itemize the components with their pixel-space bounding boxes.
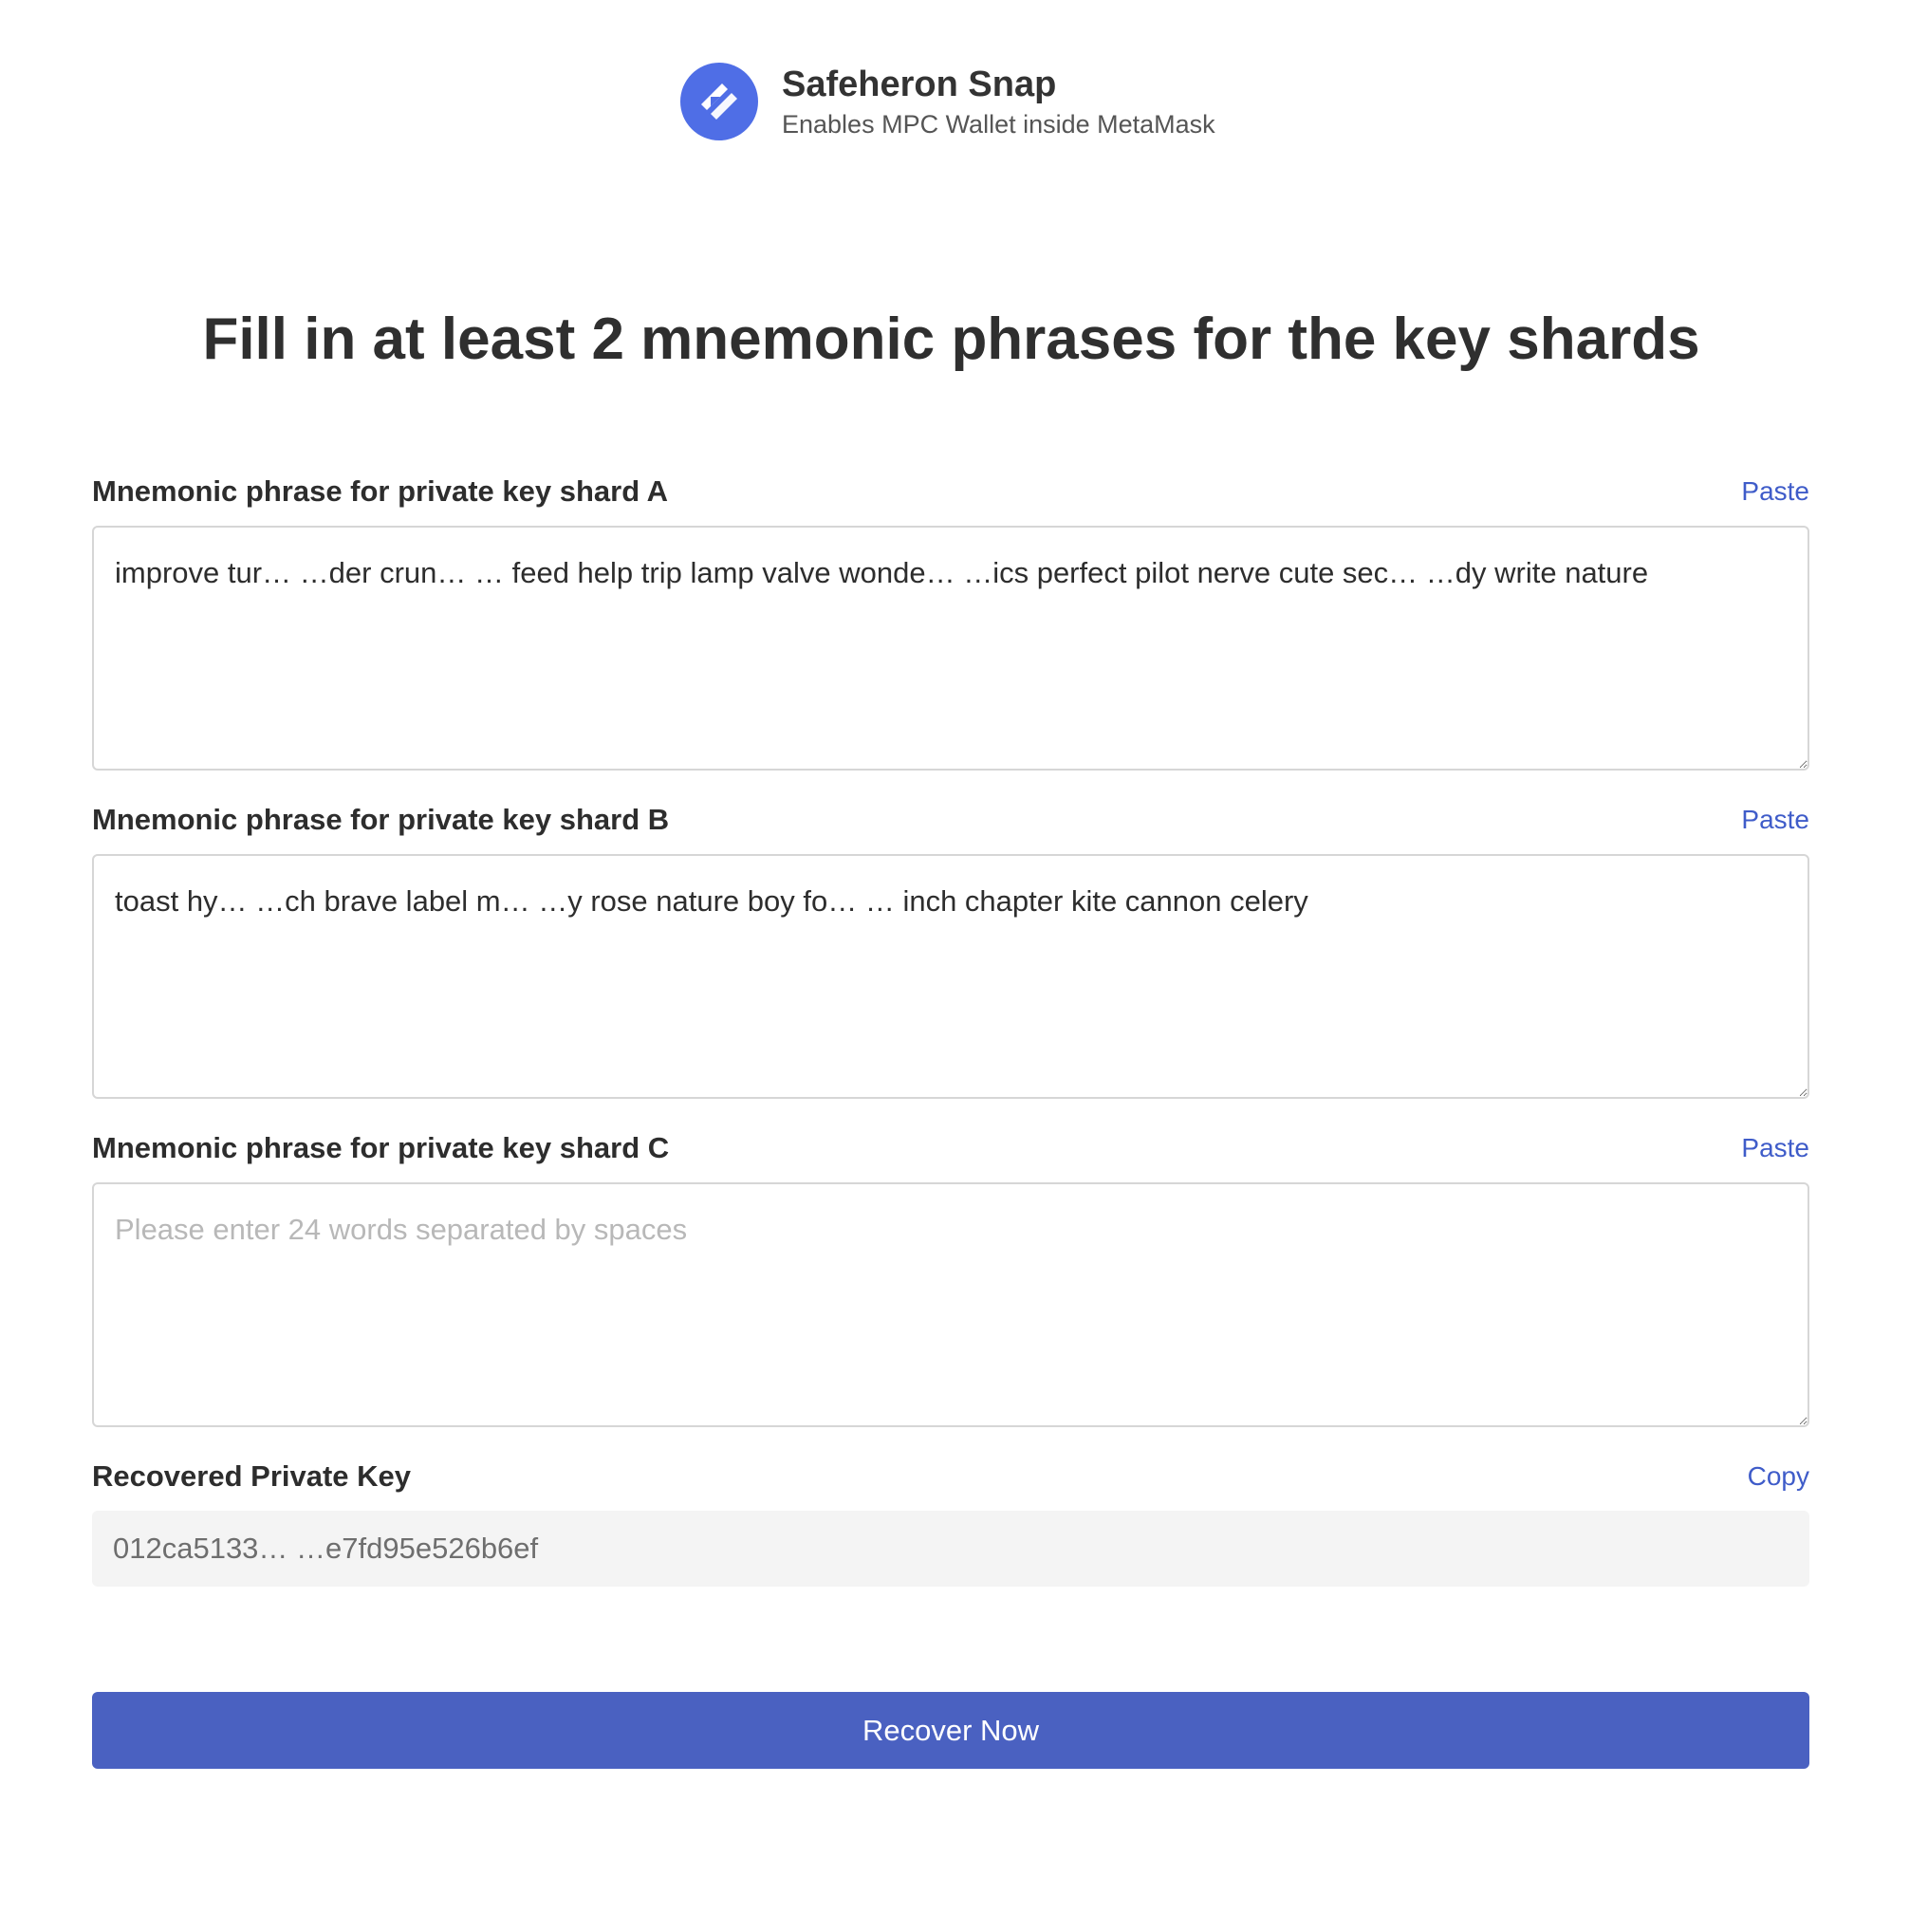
shard-a-label: Mnemonic phrase for private key shard A xyxy=(92,474,668,508)
brand-name: Safeheron Snap xyxy=(782,65,1057,104)
shard-a-input[interactable] xyxy=(92,526,1809,771)
shard-a-field: Mnemonic phrase for private key shard A … xyxy=(92,471,1809,775)
brand-block: Safeheron Snap Enables MPC Wallet inside… xyxy=(782,63,1215,140)
recovered-key-header: Recovered Private Key Copy xyxy=(92,1456,1809,1497)
recovered-key-output: 012ca5133… …e7fd95e526b6ef xyxy=(92,1511,1809,1587)
shard-b-field: Mnemonic phrase for private key shard B … xyxy=(92,799,1809,1104)
shard-c-header: Mnemonic phrase for private key shard C … xyxy=(92,1127,1809,1169)
paste-button-shard-b[interactable]: Paste xyxy=(1741,805,1809,835)
page-title: Fill in at least 2 mnemonic phrases for … xyxy=(202,307,1700,372)
shard-c-label: Mnemonic phrase for private key shard C xyxy=(92,1131,670,1164)
shard-b-header: Mnemonic phrase for private key shard B … xyxy=(92,799,1809,841)
recovered-key-field: Recovered Private Key Copy 012ca5133… …e… xyxy=(92,1456,1809,1587)
recover-now-button[interactable]: Recover Now xyxy=(92,1692,1809,1769)
copy-button[interactable]: Copy xyxy=(1748,1461,1809,1492)
shard-c-input[interactable] xyxy=(92,1182,1809,1427)
brand-tagline: Enables MPC Wallet inside MetaMask xyxy=(782,110,1215,139)
shard-b-label: Mnemonic phrase for private key shard B xyxy=(92,803,670,836)
shard-a-header: Mnemonic phrase for private key shard A … xyxy=(92,471,1809,512)
app-header: Safeheron Snap Enables MPC Wallet inside… xyxy=(680,63,1215,140)
paste-button-shard-a[interactable]: Paste xyxy=(1741,476,1809,507)
shard-b-input[interactable] xyxy=(92,854,1809,1099)
paste-button-shard-c[interactable]: Paste xyxy=(1741,1133,1809,1163)
recovered-key-label: Recovered Private Key xyxy=(92,1459,412,1493)
safeheron-logo-icon xyxy=(680,63,758,140)
shard-c-field: Mnemonic phrase for private key shard C … xyxy=(92,1127,1809,1432)
recovered-key-value: 012ca5133… …e7fd95e526b6ef xyxy=(113,1532,539,1565)
